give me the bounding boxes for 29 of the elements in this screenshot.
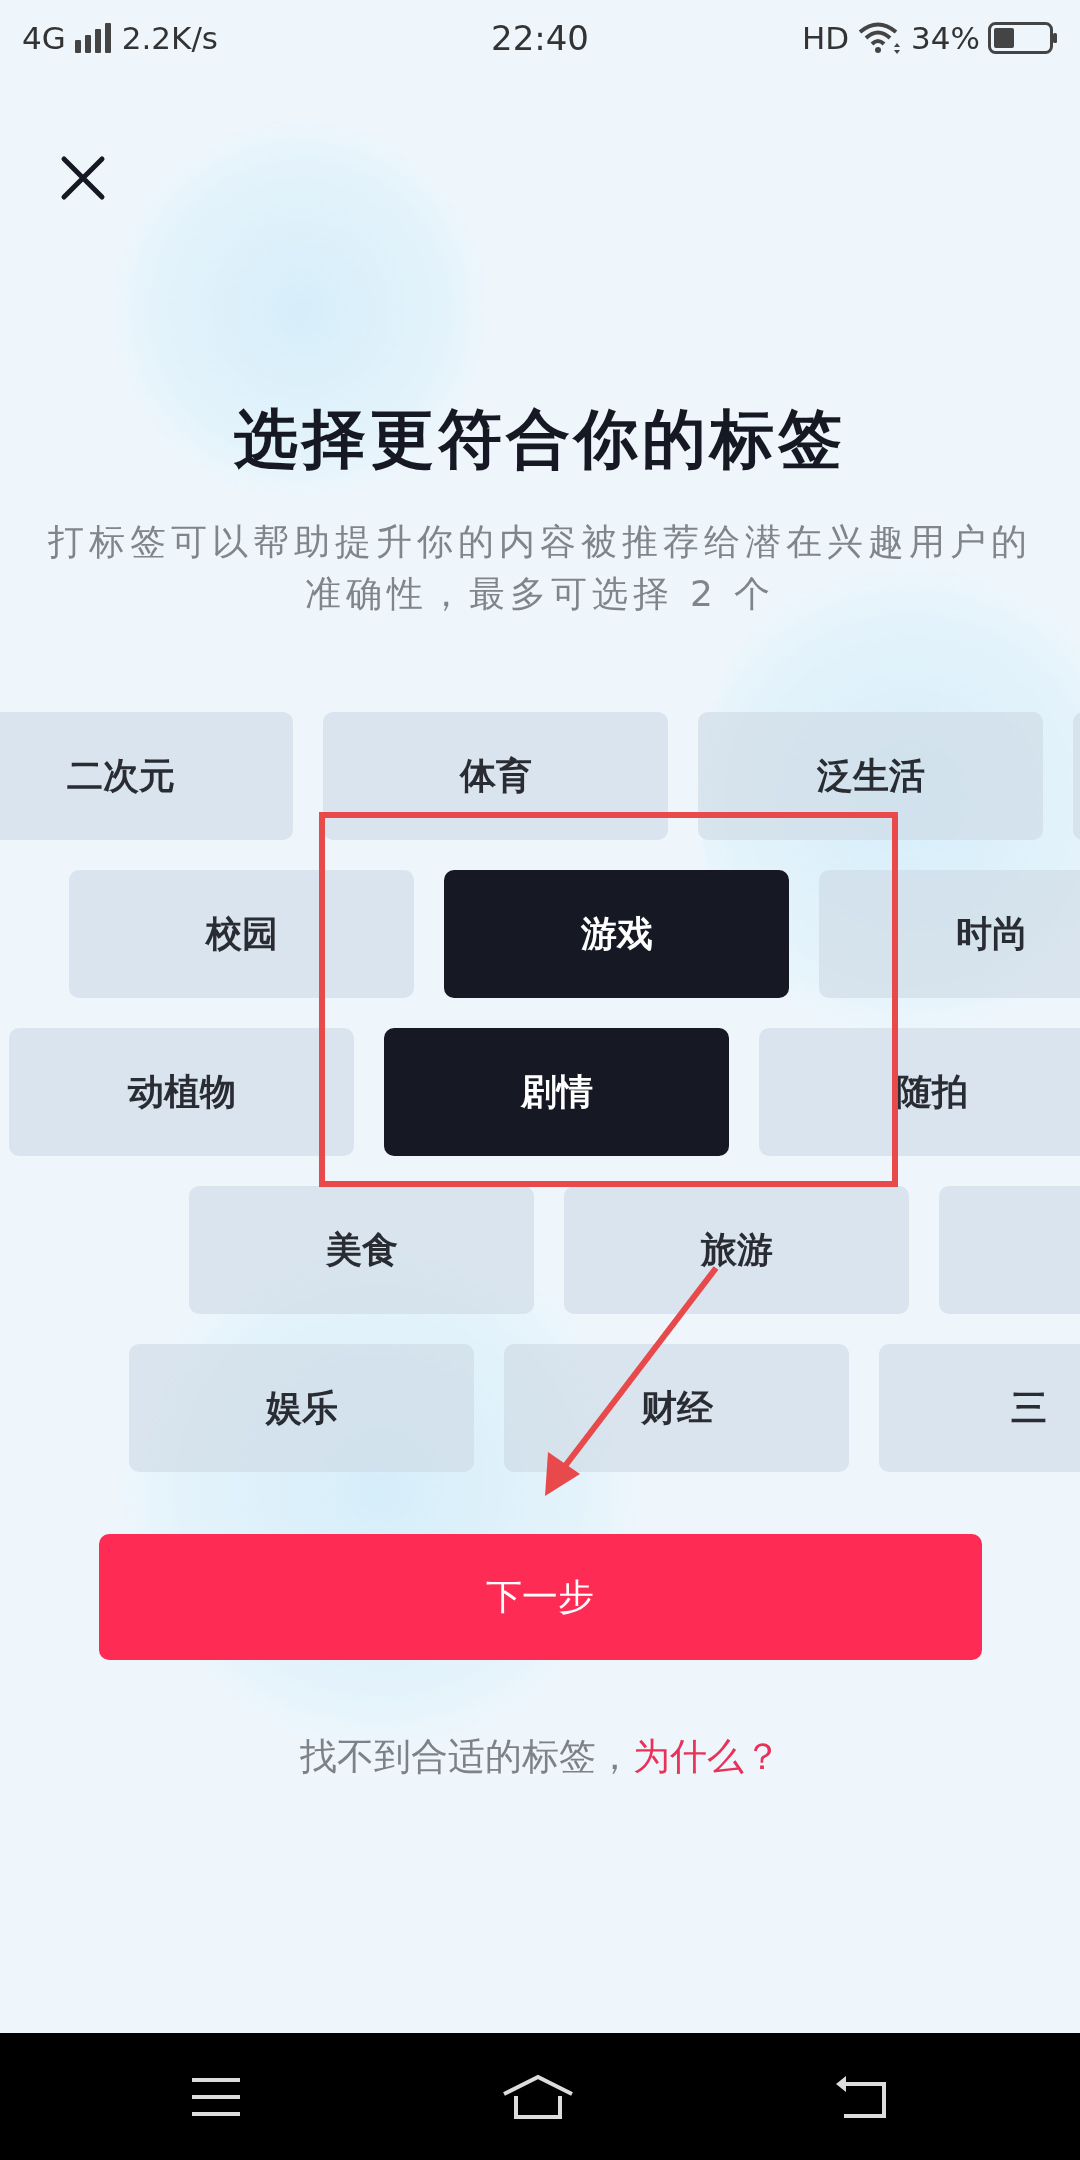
signal-icon [73,21,114,54]
menu-icon[interactable] [190,2076,242,2117]
tag-chip[interactable]: 财经 [504,1344,849,1472]
hd-indicator: HD [801,19,850,56]
home-icon[interactable] [502,2073,574,2120]
tag-chip[interactable]: 校园 [69,870,414,998]
battery-percent: 34% [911,19,980,56]
tag-chip[interactable]: 体育 [323,712,668,840]
tag-chip[interactable]: 娱乐 [129,1344,474,1472]
close-icon[interactable] [60,155,106,201]
tag-chip[interactable]: 旅游 [564,1186,909,1314]
tag-chip[interactable]: 时尚 [819,870,1080,998]
battery-icon [988,21,1058,54]
tag-chip[interactable]: 泛生活 [698,712,1043,840]
tag-chip[interactable]: 剧情 [384,1028,729,1156]
page-title: 选择更符合你的标签 [233,401,847,478]
network-type: 4G [22,19,66,56]
page-subtitle: 打标签可以帮助提升你的内容被推荐给潜在兴趣用户的准确性，最多可选择 2 个 [47,520,1033,616]
tag-chip[interactable]: 游戏 [444,870,789,998]
clock: 22:40 [491,17,589,58]
tag-chip[interactable]: 动植物 [9,1028,354,1156]
network-speed: 2.2K/s [121,19,218,56]
tag-chip[interactable]: 美食 [189,1186,534,1314]
tag-chip[interactable]: 二次元 [0,712,293,840]
why-link[interactable]: 为什么？ [632,1735,781,1778]
next-button[interactable]: 下一步 [98,1534,982,1660]
tag-chip[interactable]: 随拍 [759,1028,1080,1156]
help-text: 找不到合适的标签，为什么？ [298,1734,782,1780]
tag-chip[interactable]: 三 [879,1344,1080,1472]
